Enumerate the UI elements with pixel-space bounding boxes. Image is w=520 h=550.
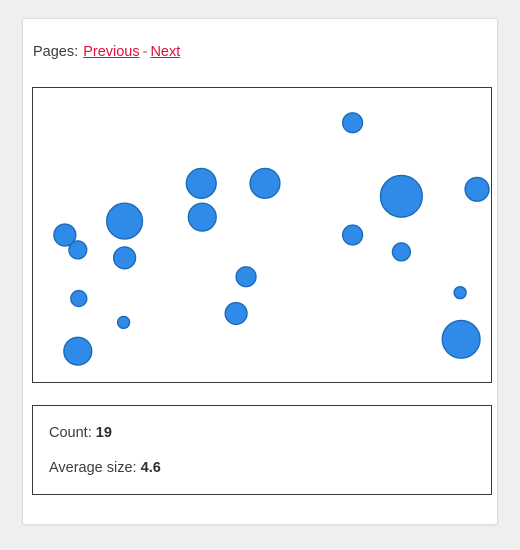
bubble-chart-plot-area[interactable]: [32, 87, 492, 383]
bubble-point[interactable]: [441, 319, 481, 359]
average-size-label: Average size:: [49, 460, 137, 476]
app-card: Pages: Previous - Next Count: 19 Average s…: [22, 18, 498, 525]
pager-label: Pages:: [33, 44, 79, 60]
bubble-point[interactable]: [70, 289, 88, 308]
stats-panel: Count: 19 Average size: 4.6: [32, 405, 492, 495]
bubble-point[interactable]: [379, 174, 423, 218]
bubble-point[interactable]: [116, 315, 131, 330]
average-size-value: 4.6: [140, 460, 161, 476]
count-label: Count:: [49, 425, 92, 441]
bubble-point[interactable]: [235, 266, 257, 288]
pager-separator: -: [142, 44, 148, 60]
bubble-point[interactable]: [185, 167, 217, 199]
bubble-point[interactable]: [391, 242, 412, 262]
bubble-point[interactable]: [68, 240, 88, 260]
previous-page-link[interactable]: Previous: [83, 44, 139, 60]
bubble-point[interactable]: [105, 202, 144, 240]
average-size-row: Average size: 4.6: [49, 459, 491, 478]
bubble-point[interactable]: [341, 112, 364, 134]
count-value: 19: [95, 425, 112, 441]
bubble-point[interactable]: [453, 285, 467, 300]
next-page-link[interactable]: Next: [150, 44, 180, 60]
bubble-point[interactable]: [341, 224, 364, 246]
bubble-point[interactable]: [224, 301, 248, 326]
bubble-point[interactable]: [249, 167, 281, 199]
bubble-point[interactable]: [187, 202, 217, 232]
bubble-chart-svg: [53, 112, 490, 366]
bubble-point[interactable]: [464, 176, 490, 202]
pager: Pages: Previous - Next: [33, 43, 181, 61]
bubble-point[interactable]: [63, 336, 93, 366]
count-row: Count: 19: [49, 424, 491, 443]
bubble-point[interactable]: [112, 246, 137, 270]
